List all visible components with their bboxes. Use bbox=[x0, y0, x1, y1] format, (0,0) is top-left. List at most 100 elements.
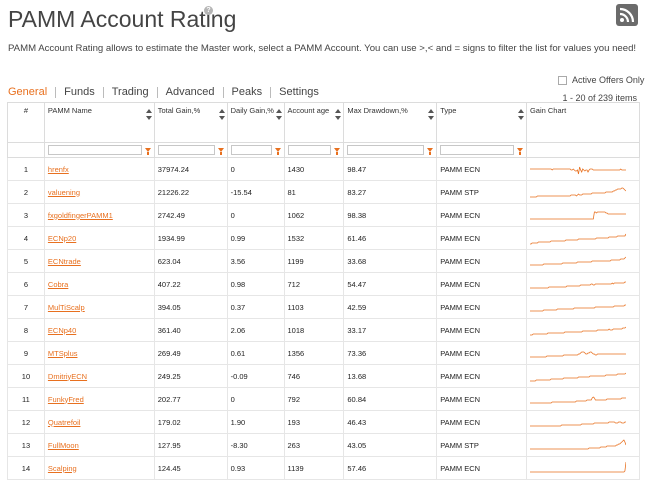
filter-icon[interactable] bbox=[334, 148, 341, 155]
column-header-account-age[interactable]: Account age bbox=[283, 102, 345, 143]
filter-input-type[interactable] bbox=[440, 145, 514, 155]
filter-input-daily-gain[interactable] bbox=[230, 145, 272, 155]
table-row[interactable]: 8 ECNp40 361.40 2.06 1018 33.17 PAMM ECN bbox=[7, 318, 641, 342]
sort-icon[interactable] bbox=[145, 109, 152, 122]
pamm-name-cell: MulTiScalp bbox=[43, 295, 155, 319]
table-row[interactable]: 9 MTSplus 269.49 0.61 1356 73.36 PAMM ECN bbox=[7, 341, 641, 365]
account-age-cell: 712 bbox=[283, 272, 345, 296]
pamm-name-link[interactable]: FullMoon bbox=[48, 441, 79, 450]
total-gain-cell: 202.77 bbox=[153, 387, 228, 411]
pamm-name-link[interactable]: MulTiScalp bbox=[48, 303, 85, 312]
table-row[interactable]: 13 FullMoon 127.95 -8.30 263 43.05 PAMM STP bbox=[7, 433, 641, 457]
max-drawdown-cell: 46.43 bbox=[343, 410, 438, 434]
sort-icon[interactable] bbox=[335, 109, 342, 122]
table-row[interactable]: 10 DmitriyECN 249.25 -0.09 746 13.68 PAMM ECN bbox=[7, 364, 641, 388]
sort-icon[interactable] bbox=[275, 109, 282, 122]
filter-icon[interactable] bbox=[427, 148, 434, 155]
row-number: 13 bbox=[7, 433, 45, 457]
total-gain-cell: 124.45 bbox=[153, 456, 228, 480]
pamm-name-link[interactable]: Cobra bbox=[48, 280, 68, 289]
pamm-name-cell: fxgoldfingerPAMM1 bbox=[43, 203, 155, 227]
pamm-name-link[interactable]: FunkyFred bbox=[48, 395, 84, 404]
table-row[interactable]: 2 valuening 21226.22 -15.54 81 83.27 PAMM STP bbox=[7, 180, 641, 204]
total-gain-cell: 2742.49 bbox=[153, 203, 228, 227]
sort-icon[interactable] bbox=[517, 109, 524, 122]
column-header-type[interactable]: Type bbox=[436, 102, 527, 143]
column-header-total-gain[interactable]: Total Gain,% bbox=[153, 102, 228, 143]
tab-peaks[interactable]: Peaks bbox=[224, 86, 271, 98]
filter-icon[interactable] bbox=[217, 148, 224, 155]
table-row[interactable]: 14 Scalping 124.45 0.93 1139 57.46 PAMM ECN bbox=[7, 456, 641, 480]
pamm-name-link[interactable]: fxgoldfingerPAMM1 bbox=[48, 211, 113, 220]
account-age-cell: 193 bbox=[283, 410, 345, 434]
filter-input-total-gain[interactable] bbox=[157, 145, 215, 155]
tab-general[interactable]: General bbox=[8, 86, 55, 98]
filter-icon[interactable] bbox=[144, 148, 151, 155]
account-age-cell: 792 bbox=[283, 387, 345, 411]
table-row[interactable]: 7 MulTiScalp 394.05 0.37 1103 42.59 PAMM ECN bbox=[7, 295, 641, 319]
pamm-name-link[interactable]: valuening bbox=[48, 188, 80, 197]
filter-cell-empty bbox=[7, 142, 45, 158]
account-age-cell: 1103 bbox=[283, 295, 345, 319]
table-row[interactable]: 12 Quatrefoil 179.02 1.90 193 46.43 PAMM ECN bbox=[7, 410, 641, 434]
row-number: 2 bbox=[7, 180, 45, 204]
column-header-max-drawdown[interactable]: Max Drawdown,% bbox=[343, 102, 438, 143]
table-row[interactable]: 5 ECNtrade 623.04 3.56 1199 33.68 PAMM ECN bbox=[7, 249, 641, 273]
row-number: 3 bbox=[7, 203, 45, 227]
tab-trading[interactable]: Trading bbox=[104, 86, 157, 98]
daily-gain-cell: 0 bbox=[226, 203, 285, 227]
table-row[interactable]: 1 hrenfx 37974.24 0 1430 98.47 PAMM ECN bbox=[7, 157, 641, 181]
filter-icon[interactable] bbox=[274, 148, 281, 155]
pamm-name-cell: ECNp40 bbox=[43, 318, 155, 342]
total-gain-cell: 407.22 bbox=[153, 272, 228, 296]
daily-gain-cell: 0 bbox=[226, 157, 285, 181]
column-label: Total Gain,% bbox=[157, 106, 201, 115]
help-icon[interactable]: ? bbox=[204, 6, 213, 15]
pamm-name-link[interactable]: ECNtrade bbox=[48, 257, 81, 266]
tab-settings[interactable]: Settings bbox=[271, 86, 327, 98]
pamm-name-link[interactable]: DmitriyECN bbox=[48, 372, 87, 381]
gain-chart-cell bbox=[525, 249, 641, 273]
pamm-name-link[interactable]: Quatrefoil bbox=[48, 418, 81, 427]
filter-input-pamm-name[interactable] bbox=[47, 145, 142, 155]
type-cell: PAMM ECN bbox=[436, 456, 527, 480]
column-header-daily-gain[interactable]: Daily Gain,% bbox=[226, 102, 285, 143]
total-gain-cell: 21226.22 bbox=[153, 180, 228, 204]
type-cell: PAMM ECN bbox=[436, 203, 527, 227]
gain-sparkline bbox=[529, 256, 626, 266]
gain-chart-cell bbox=[525, 180, 641, 204]
max-drawdown-cell: 83.27 bbox=[343, 180, 438, 204]
pamm-name-link[interactable]: ECNp40 bbox=[48, 326, 76, 335]
table-row[interactable]: 4 ECNp20 1934.99 0.99 1532 61.46 PAMM ECN bbox=[7, 226, 641, 250]
table-row[interactable]: 11 FunkyFred 202.77 0 792 60.84 PAMM ECN bbox=[7, 387, 641, 411]
table-row[interactable]: 6 Cobra 407.22 0.98 712 54.47 PAMM ECN bbox=[7, 272, 641, 296]
active-offers-checkbox[interactable] bbox=[558, 75, 567, 85]
daily-gain-cell: 0 bbox=[226, 387, 285, 411]
tab-advanced[interactable]: Advanced bbox=[158, 86, 223, 98]
pamm-name-link[interactable]: ECNp20 bbox=[48, 234, 76, 243]
pamm-name-link[interactable]: Scalping bbox=[48, 464, 77, 473]
daily-gain-cell: 2.06 bbox=[226, 318, 285, 342]
tab-funds[interactable]: Funds bbox=[56, 86, 103, 98]
total-gain-cell: 361.40 bbox=[153, 318, 228, 342]
daily-gain-cell: 3.56 bbox=[226, 249, 285, 273]
gain-chart-cell bbox=[525, 203, 641, 227]
pamm-name-link[interactable]: hrenfx bbox=[48, 165, 69, 174]
active-offers-toggle[interactable]: Active Offers Only bbox=[558, 75, 644, 85]
filter-input-max-drawdown[interactable] bbox=[347, 145, 425, 155]
filter-icon[interactable] bbox=[516, 148, 523, 155]
pamm-table: # PAMM Name Total Gain,% Daily Gain,% Ac… bbox=[7, 102, 641, 480]
account-age-cell: 1199 bbox=[283, 249, 345, 273]
gain-sparkline bbox=[529, 281, 626, 289]
max-drawdown-cell: 98.38 bbox=[343, 203, 438, 227]
sort-icon[interactable] bbox=[218, 109, 225, 122]
type-cell: PAMM ECN bbox=[436, 387, 527, 411]
table-row[interactable]: 3 fxgoldfingerPAMM1 2742.49 0 1062 98.38 PAMM … bbox=[7, 203, 641, 227]
gain-chart-cell bbox=[525, 295, 641, 319]
filter-input-account-age[interactable] bbox=[287, 145, 332, 155]
rss-icon[interactable] bbox=[616, 4, 638, 26]
column-header-pamm-name[interactable]: PAMM Name bbox=[43, 102, 155, 143]
pamm-name-link[interactable]: MTSplus bbox=[48, 349, 78, 358]
row-number: 11 bbox=[7, 387, 45, 411]
sort-icon[interactable] bbox=[428, 109, 435, 122]
